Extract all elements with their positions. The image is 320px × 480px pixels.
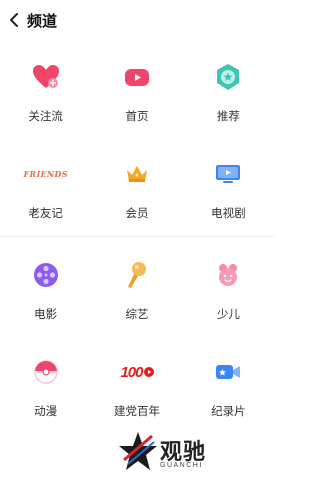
centenary-text: 100 [120,363,143,381]
watermark-star-icon [119,432,157,470]
channel-grid-bottom: 电影 综艺 少儿 动漫 100 建党百年 纪录片 [0,238,274,432]
channel-centenary[interactable]: 100 建党百年 [91,335,182,432]
section-divider [0,236,274,237]
channel-label: 电视剧 [211,208,246,220]
back-button[interactable] [7,13,21,27]
channel-label: 会员 [125,208,149,220]
friends-logo-icon: FRIENDS [24,157,68,191]
channel-movie[interactable]: 电影 [0,238,91,335]
top-bar: 频道 [0,0,274,40]
home-play-icon [120,60,154,94]
chevron-left-icon [10,13,18,27]
channel-tv-series[interactable]: 电视剧 [183,137,274,234]
channel-kids[interactable]: 少儿 [183,238,274,335]
channel-label: 关注流 [28,111,63,123]
channel-friends[interactable]: FRIENDS 老友记 [0,137,91,234]
microphone-icon [120,258,154,292]
pokeball-icon [29,355,63,389]
channel-vip[interactable]: 会员 [91,137,182,234]
channel-label: 首页 [125,111,149,123]
channel-documentary[interactable]: 纪录片 [183,335,274,432]
channel-label: 建党百年 [113,406,160,418]
camera-icon [211,355,245,389]
channel-label: 纪录片 [211,406,246,418]
film-reel-icon [29,258,63,292]
crown-icon [120,157,154,191]
channel-label: 老友记 [28,208,63,220]
play-icon [143,367,154,377]
channel-label: 综艺 [125,309,149,321]
tv-icon [211,157,245,191]
watermark: 观驰 GUANCHI [116,428,236,476]
channel-label: 电影 [34,309,58,321]
page-title: 频道 [27,12,58,30]
friends-logo-text: FRIENDS [23,169,68,179]
channel-label: 少儿 [216,309,240,321]
centenary-100-icon: 100 [120,355,154,389]
channel-follow-feed[interactable]: 关注流 [0,40,91,137]
child-face-icon [211,258,245,292]
channel-grid-top: 关注流 首页 推荐 FRIENDS 老友记 会员 电视剧 [0,40,274,234]
channel-home[interactable]: 首页 [91,40,182,137]
channel-label: 动漫 [34,406,58,418]
channel-variety[interactable]: 综艺 [91,238,182,335]
watermark-subtext: GUANCHI [160,462,203,469]
heart-plus-icon [29,60,63,94]
channel-label: 推荐 [216,111,240,123]
channel-recommend[interactable]: 推荐 [183,40,274,137]
recommend-star-icon [211,60,245,94]
channel-anime[interactable]: 动漫 [0,335,91,432]
